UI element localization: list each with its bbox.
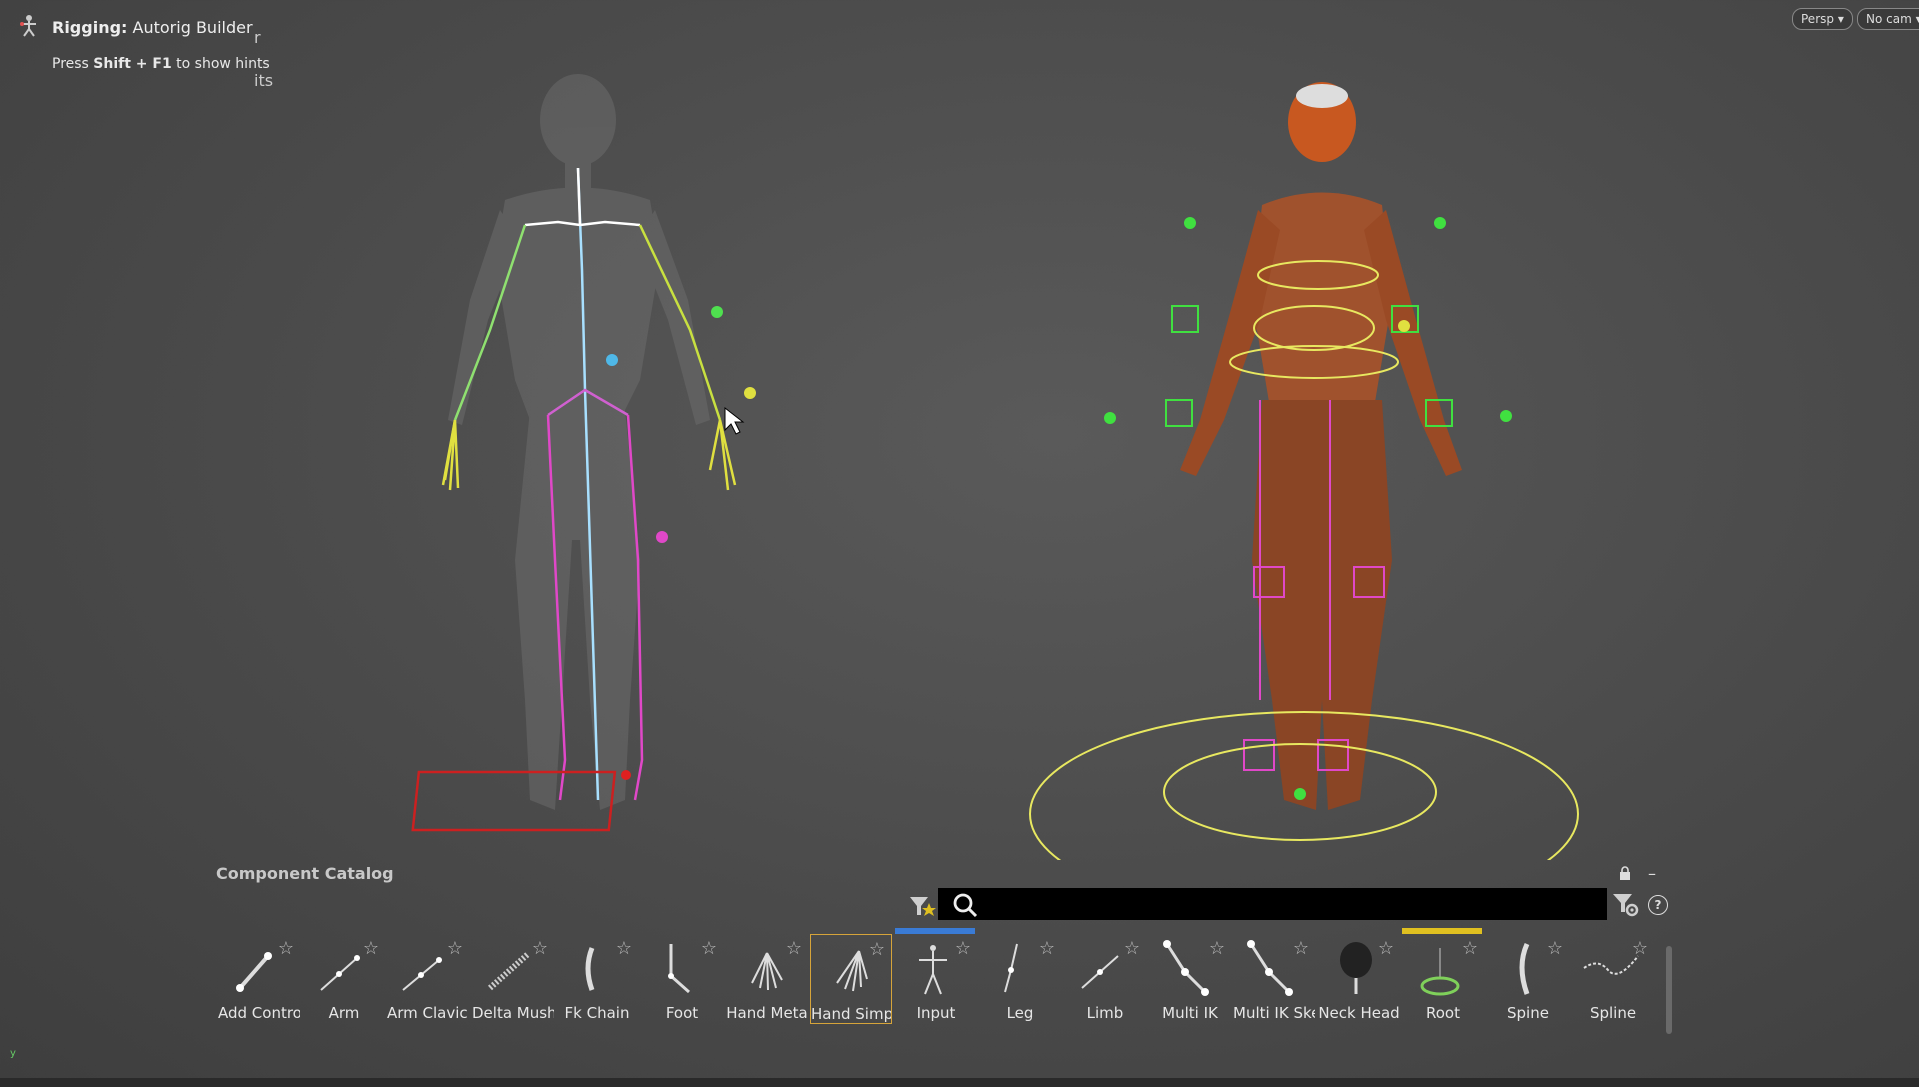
catalog-item-label: Input [916,1004,956,1022]
catalog-item-limb[interactable]: ☆ Limb [1064,934,1146,1024]
component-catalog-title: Component Catalog [216,864,394,883]
favorite-star-icon[interactable]: ☆ [1632,940,1648,958]
catalog-item-label: Delta Mush [472,1004,554,1022]
tray-scrollbar[interactable] [1666,946,1672,1034]
root-control-icon [621,770,631,780]
catalog-item-neck-head[interactable]: ☆ Neck Head [1318,934,1400,1024]
catalog-item-arm[interactable]: ☆ Arm [303,934,385,1024]
catalog-item-label: Hand Simple [811,1005,891,1023]
catalog-item-arm-clavicle[interactable]: ☆ Arm Clavicle [387,934,469,1024]
catalog-item-multi-ik-skel[interactable]: ☆ Multi IK Skel [1233,934,1315,1024]
catalog-item-label: Root [1426,1004,1460,1022]
catalog-item-leg[interactable]: ☆ Leg [979,934,1061,1024]
catalog-item-label: Hand Meta [726,1004,808,1022]
catalog-item-root[interactable]: ☆ Root [1402,928,1484,1024]
favorite-star-icon[interactable]: ☆ [1293,940,1309,958]
catalog-item-delta-mush[interactable]: ☆ Delta Mush [472,934,554,1024]
favorite-star-icon[interactable]: ☆ [447,940,463,958]
favorite-star-icon[interactable]: ☆ [616,940,632,958]
rigged-character [1180,82,1462,810]
catalog-item-label: Leg [1006,1004,1034,1022]
catalog-item-label: Arm [328,1004,360,1022]
viewport-3d[interactable] [0,0,1919,860]
catalog-item-label: Multi IK [1162,1004,1218,1022]
help-icon[interactable]: ? [1648,895,1668,915]
catalog-item-label: Spine [1507,1004,1549,1022]
catalog-item-spline[interactable]: ☆ Spline [1572,934,1654,1024]
search-icon [953,893,978,918]
catalog-item-label: Limb [1086,1004,1124,1022]
component-tray: ☆ Add Control ☆ Arm ☆ Arm Clavicle ☆ Delta Mush… [218,928,1654,1024]
favorite-star-icon[interactable]: ☆ [1209,940,1225,958]
catalog-item-foot[interactable]: ☆ Foot [641,934,723,1024]
favorite-star-icon[interactable]: ☆ [1462,940,1478,958]
catalog-item-label: Add Control [218,1004,300,1022]
catalog-search-bar[interactable] [938,888,1607,920]
filter-settings-icon[interactable] [1612,890,1640,918]
favorite-star-icon[interactable]: ☆ [1124,940,1140,958]
favorite-star-icon[interactable]: ☆ [278,940,294,958]
catalog-item-label: Multi IK Skel [1233,1004,1315,1022]
catalog-item-multi-ik[interactable]: ☆ Multi IK [1149,934,1231,1024]
mouse-cursor [724,406,745,435]
hand-control-icon [744,387,756,399]
favorites-filter-icon[interactable] [908,891,938,921]
axis-gizmo: y [10,1048,16,1059]
arm-control-icon [711,306,723,318]
catalog-item-label: Foot [665,1004,699,1022]
catalog-item-fk-chain[interactable]: ☆ Fk Chain [556,934,638,1024]
favorite-star-icon[interactable]: ☆ [1039,940,1055,958]
favorite-star-icon[interactable]: ☆ [701,940,717,958]
catalog-item-label: Arm Clavicle [387,1004,469,1022]
catalog-item-hand-simple[interactable]: ☆ Hand Simple [810,934,892,1024]
bottom-strip [0,1078,1919,1087]
catalog-item-hand-meta[interactable]: ☆ Hand Meta [726,934,808,1024]
spine-control-icon [606,354,618,366]
catalog-item-input[interactable]: ☆ Input [895,928,977,1024]
catalog-item-add-control[interactable]: ☆ Add Control [218,934,300,1024]
catalog-item-label: Fk Chain [564,1004,630,1022]
status-bar [1402,928,1482,934]
favorite-star-icon[interactable]: ☆ [786,940,802,958]
leg-control-icon [656,531,668,543]
catalog-item-label: Spline [1589,1004,1637,1022]
favorite-star-icon[interactable]: ☆ [955,940,971,958]
favorite-star-icon[interactable]: ☆ [1547,940,1563,958]
favorite-star-icon[interactable]: ☆ [363,940,379,958]
minimize-icon[interactable]: – [1648,864,1656,883]
root-plane [411,770,617,832]
favorite-star-icon[interactable]: ☆ [869,941,885,959]
favorite-star-icon[interactable]: ☆ [532,940,548,958]
catalog-item-label: Neck Head [1318,1004,1400,1022]
lock-icon[interactable] [1618,866,1632,880]
favorite-star-icon[interactable]: ☆ [1378,940,1394,958]
status-bar [895,928,975,934]
catalog-item-spine[interactable]: ☆ Spine [1487,934,1569,1024]
